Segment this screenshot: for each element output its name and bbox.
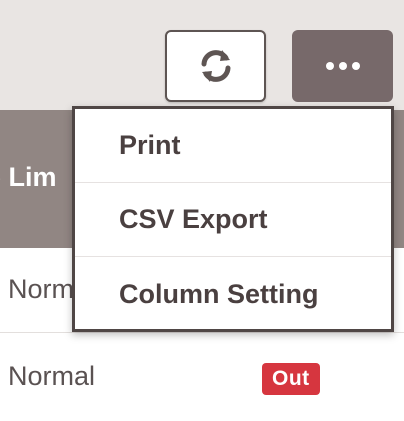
more-options-menu: Print CSV Export Column Setting: [72, 106, 394, 332]
refresh-button[interactable]: [165, 30, 266, 102]
menu-item-print[interactable]: Print: [75, 109, 391, 183]
status-cell: Norm: [8, 274, 74, 304]
refresh-icon: [201, 50, 230, 82]
menu-item-column-setting[interactable]: Column Setting: [75, 257, 391, 331]
status-badge: Out: [262, 363, 320, 395]
more-horizontal-icon: [325, 62, 360, 70]
more-options-button[interactable]: [292, 30, 393, 102]
status-cell: Normal: [8, 361, 96, 391]
menu-item-csv-export[interactable]: CSV Export: [75, 183, 391, 257]
table-row[interactable]: Normal Out: [0, 333, 404, 421]
column-header-limit[interactable]: e Lim: [0, 162, 57, 193]
screen: e Lim Norm Normal Out Print CSV Export C…: [0, 0, 404, 421]
